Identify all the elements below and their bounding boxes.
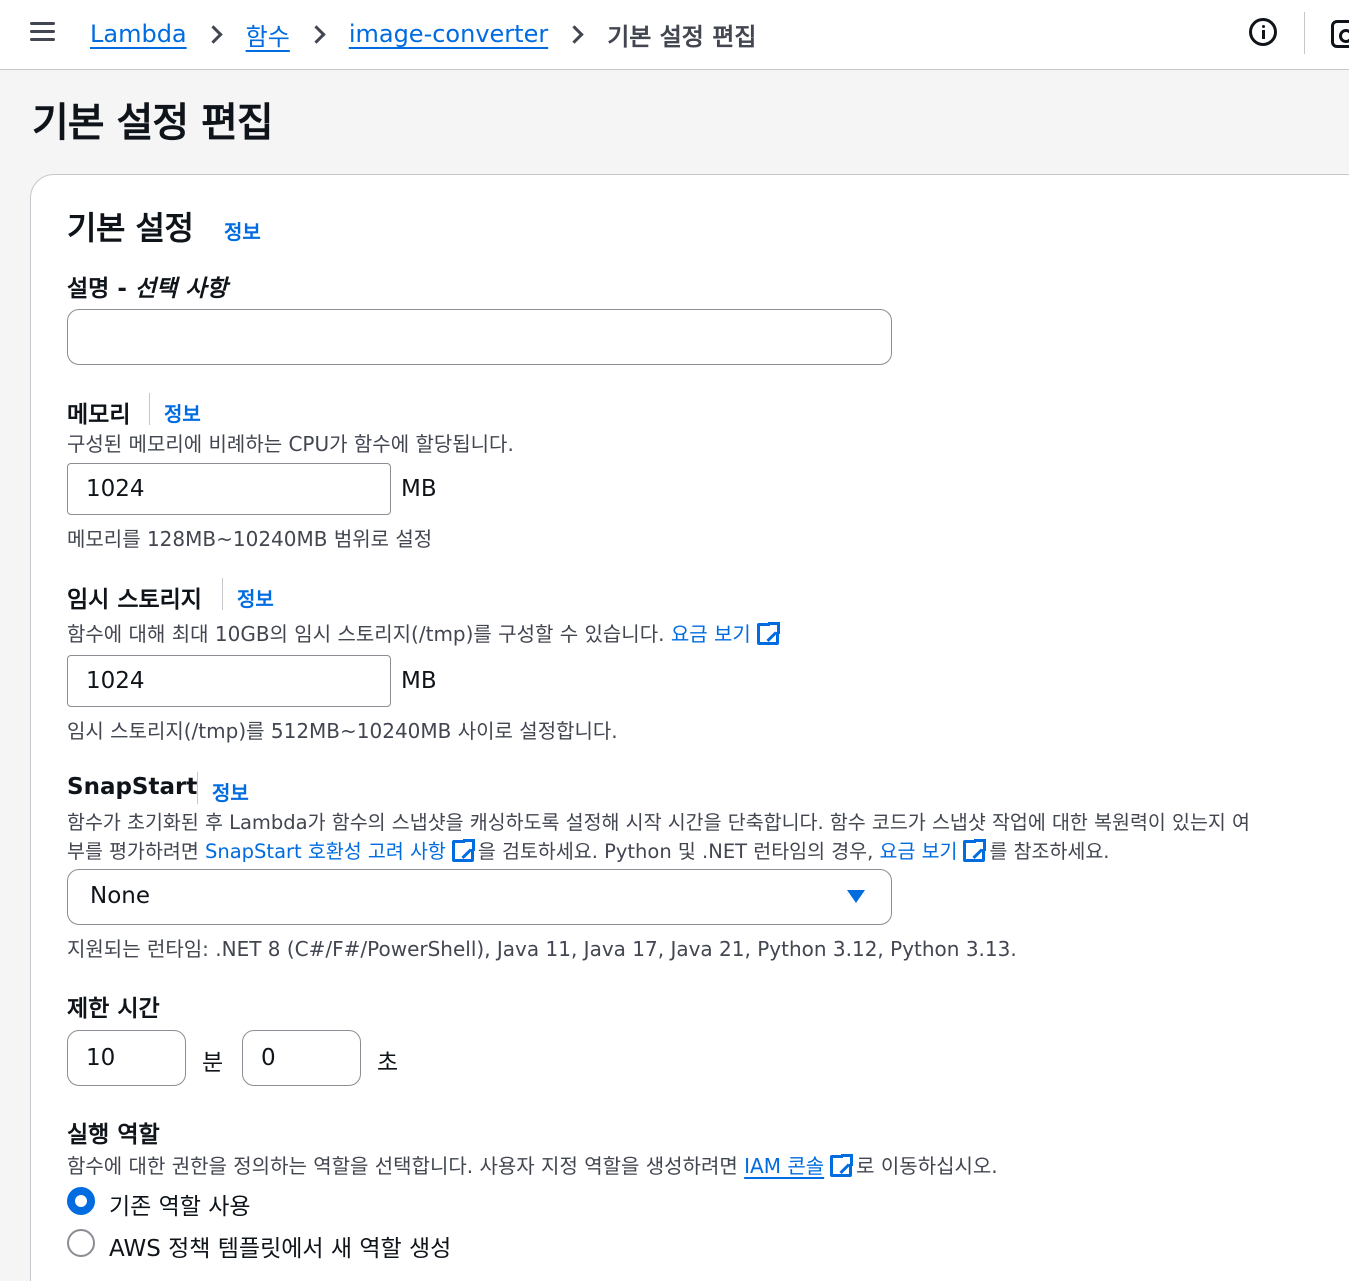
external-link-icon[interactable] <box>451 837 477 862</box>
ephemeral-pricing-link[interactable]: 요금 보기 <box>671 622 751 646</box>
execution-role-description-prefix: 함수에 대한 권한을 정의하는 역할을 선택합니다. 사용자 지정 역할을 생성… <box>67 1154 745 1178</box>
info-icon[interactable] <box>1249 18 1277 46</box>
external-link-icon[interactable] <box>756 620 782 645</box>
label-divider <box>149 393 150 425</box>
settings-icon[interactable] <box>1331 20 1349 48</box>
radio-existing-role[interactable] <box>67 1187 95 1215</box>
snapstart-description-line1: 함수가 초기화된 후 Lambda가 함수의 스냅샷을 캐싱하도록 설정해 시작… <box>67 811 1250 834</box>
memory-input[interactable] <box>67 463 391 515</box>
ephemeral-storage-info-link[interactable]: 정보 <box>237 583 274 612</box>
snapstart-info-link[interactable]: 정보 <box>212 777 249 806</box>
breadcrumb-function-name[interactable]: image-converter <box>349 20 548 48</box>
ephemeral-storage-description-text: 함수에 대해 최대 10GB의 임시 스토리지(/tmp)를 구성할 수 있습니… <box>67 622 665 646</box>
execution-role-description: 함수에 대한 권한을 정의하는 역할을 선택합니다. 사용자 지정 역할을 생성… <box>67 1150 998 1179</box>
minutes-unit: 분 <box>202 1050 224 1076</box>
ephemeral-storage-description: 함수에 대해 최대 10GB의 임시 스토리지(/tmp)를 구성할 수 있습니… <box>67 618 782 647</box>
snapstart-description-suffix: 를 참조하세요. <box>989 840 1110 863</box>
snapstart-selected-value: None <box>90 883 151 909</box>
radio-existing-role-label[interactable]: 기존 역할 사용 <box>109 1187 251 1221</box>
ephemeral-storage-label: 임시 스토리지 <box>67 587 202 613</box>
snapstart-pricing-link[interactable]: 요금 보기 <box>880 840 958 863</box>
memory-unit: MB <box>401 476 437 502</box>
chevron-right-icon <box>307 24 326 44</box>
execution-role-label: 실행 역할 <box>67 1122 160 1148</box>
label-divider <box>197 772 198 804</box>
description-input[interactable] <box>67 309 892 365</box>
memory-info-link[interactable]: 정보 <box>164 398 201 427</box>
breadcrumb: Lambda 함수 image-converter 기본 설정 편집 <box>90 16 756 52</box>
chevron-right-icon <box>203 24 223 44</box>
radio-new-role-from-template-label[interactable]: AWS 정책 템플릿에서 새 역할 생성 <box>109 1229 451 1263</box>
ephemeral-storage-hint: 임시 스토리지(/tmp)를 512MB~10240MB 사이로 설정합니다. <box>67 719 618 743</box>
execution-role-description-suffix: 로 이동하십시오. <box>856 1154 998 1178</box>
breadcrumb-current: 기본 설정 편집 <box>607 22 757 51</box>
timeout-seconds-input[interactable] <box>242 1030 361 1086</box>
snapstart-hint: 지원되는 런타임: .NET 8 (C#/F#/PowerShell), Jav… <box>67 937 1017 961</box>
section-title: 기본 설정 <box>67 209 194 247</box>
caret-down-icon <box>847 890 865 903</box>
basic-settings-panel: 기본 설정 정보 설명 - 선택 사항 메모리 정보 구성된 메모리에 비례하는… <box>30 174 1349 1281</box>
breadcrumb-lambda[interactable]: Lambda <box>90 20 187 48</box>
iam-console-link[interactable]: IAM 콘솔 <box>744 1154 824 1178</box>
section-info-link[interactable]: 정보 <box>224 216 261 245</box>
snapstart-select[interactable]: None <box>67 869 892 925</box>
seconds-unit: 초 <box>377 1050 399 1076</box>
memory-hint: 메모리를 128MB~10240MB 범위로 설정 <box>67 527 433 551</box>
description-label-text: 설명 - <box>67 276 135 302</box>
timeout-label: 제한 시간 <box>67 996 160 1022</box>
external-link-icon[interactable] <box>830 1152 856 1177</box>
description-label: 설명 - 선택 사항 <box>67 269 228 303</box>
toolbar-divider <box>1304 12 1305 54</box>
snapstart-description-mid: 을 검토하세요. Python 및 .NET 런타임의 경우, <box>477 840 880 863</box>
timeout-minutes-input[interactable] <box>67 1030 186 1086</box>
breadcrumb-functions[interactable]: 함수 <box>246 17 290 52</box>
radio-new-role-from-template[interactable] <box>67 1229 95 1257</box>
memory-label: 메모리 <box>67 402 131 428</box>
chevron-right-icon <box>565 24 584 44</box>
optional-label: 선택 사항 <box>134 276 228 302</box>
snapstart-compatibility-link[interactable]: SnapStart 호환성 고려 사항 <box>205 840 446 863</box>
label-divider <box>222 578 223 610</box>
page-title: 기본 설정 편집 <box>32 100 274 146</box>
ephemeral-storage-input[interactable] <box>67 655 391 707</box>
ephemeral-storage-unit: MB <box>401 668 437 694</box>
snapstart-description-prefix: 부를 평가하려면 <box>67 840 205 863</box>
top-navigation-bar: Lambda 함수 image-converter 기본 설정 편집 <box>0 0 1349 70</box>
snapstart-label: SnapStart <box>67 774 198 800</box>
external-link-icon[interactable] <box>963 837 989 862</box>
memory-description: 구성된 메모리에 비례하는 CPU가 함수에 할당됩니다. <box>67 432 514 456</box>
snapstart-description-line2: 부를 평가하려면 SnapStart 호환성 고려 사항 을 검토하세요. Pyt… <box>67 835 1110 864</box>
menu-icon[interactable] <box>30 22 55 42</box>
